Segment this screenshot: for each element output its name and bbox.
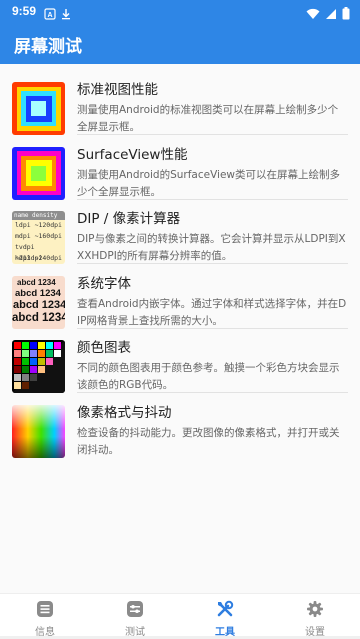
bottom-navigation: 信息 测试 工具 设置 <box>0 593 360 639</box>
font-sample-large: abcd 1234 <box>13 299 65 311</box>
dip-thumb-row: hdpi ~240dpi <box>15 254 62 262</box>
list-item-pixel-format[interactable]: 像素格式与抖动 检查设备的抖动能力。更改图像的像素格式，并打开或关闭抖动。 <box>0 393 360 458</box>
nav-item-settings[interactable]: 设置 <box>270 594 360 639</box>
item-description: 测量使用Android的标准视图类可以在屏幕上绘制多少个全屏显示框。 <box>77 104 339 133</box>
list-item-color-chart[interactable]: 颜色图表 不同的颜色图表用于颜色参考。触摸一个彩色方块会显示该颜色的RGB代码。 <box>0 328 360 393</box>
tools-icon <box>216 600 234 621</box>
dip-thumb-row: ldpi ~120dpi <box>15 221 62 229</box>
color-chart-thumbnail-icon <box>12 340 65 393</box>
item-title: 系统字体 <box>77 275 131 292</box>
list-item-standard-view[interactable]: 标准视图性能 测量使用Android的标准视图类可以在屏幕上绘制多少个全屏显示框… <box>0 70 360 135</box>
dip-thumb-header: name density <box>12 211 65 220</box>
surfaceview-thumbnail-icon <box>12 146 65 200</box>
item-title: 标准视图性能 <box>77 82 158 98</box>
font-sample-medium: abcd 1234 <box>15 287 61 299</box>
item-title: SurfaceView性能 <box>77 146 188 163</box>
item-title: DIP / 像素计算器 <box>77 211 181 227</box>
font-sample-thumbnail-icon: abcd 1234 abcd 1234 abcd 1234 abcd 1234 <box>12 275 65 329</box>
gear-icon <box>306 600 324 621</box>
list-item-system-fonts[interactable]: abcd 1234 abcd 1234 abcd 1234 abcd 1234 … <box>0 264 360 329</box>
battery-icon <box>342 5 350 24</box>
item-description: 查看Android内嵌字体。通过字体和样式选择字体，并在DIP网格背景上查找所需… <box>77 297 347 327</box>
font-sample-xlarge: abcd 1234 <box>12 312 65 324</box>
status-bar: 9:59 A <box>0 0 360 24</box>
signal-icon <box>325 5 337 24</box>
dip-thumb-row: mdpi ~160dpi <box>15 232 62 240</box>
list-item-dip-calculator[interactable]: name density ldpi ~120dpi mdpi ~160dpi t… <box>0 199 360 264</box>
app-bar: 屏幕测试 <box>0 24 360 64</box>
list-item-surfaceview[interactable]: SurfaceView性能 测量使用Android的SurfaceView类可以… <box>0 135 360 200</box>
item-description: 测量使用Android的SurfaceView类可以在屏幕上绘制多少个全屏显示框… <box>77 168 341 198</box>
item-title: 像素格式与抖动 <box>77 404 172 421</box>
gradient-thumbnail-icon <box>12 404 65 458</box>
tool-list: 标准视图性能 测量使用Android的标准视图类可以在屏幕上绘制多少个全屏显示框… <box>0 70 360 458</box>
a-notification-icon: A <box>44 5 56 24</box>
dip-table-thumbnail-icon: name density ldpi ~120dpi mdpi ~160dpi t… <box>12 211 65 264</box>
item-title: 颜色图表 <box>77 340 131 356</box>
item-description: DIP与像素之间的转换计算器。它会计算并显示从LDPI到XXXHDPI的所有屏幕… <box>77 233 346 262</box>
item-description: 不同的颜色图表用于颜色参考。触摸一个彩色方块会显示该颜色的RGB代码。 <box>77 362 340 391</box>
font-sample-small: abcd 1234 <box>17 277 56 287</box>
nav-item-test[interactable]: 测试 <box>90 594 180 639</box>
wifi-icon <box>306 5 320 24</box>
item-description: 检查设备的抖动能力。更改图像的像素格式，并打开或关闭抖动。 <box>77 426 340 456</box>
info-list-icon <box>36 600 54 621</box>
standard-view-thumbnail-icon <box>12 82 65 135</box>
sliders-icon <box>126 600 144 621</box>
nav-item-info[interactable]: 信息 <box>0 594 90 639</box>
nav-item-tools[interactable]: 工具 <box>180 594 270 639</box>
status-time: 9:59 <box>12 4 37 18</box>
page-title: 屏幕测试 <box>14 37 82 57</box>
svg-text:A: A <box>47 12 52 19</box>
download-icon <box>60 5 72 24</box>
dip-thumb-row: tvdpi ~213dpi <box>15 243 43 262</box>
